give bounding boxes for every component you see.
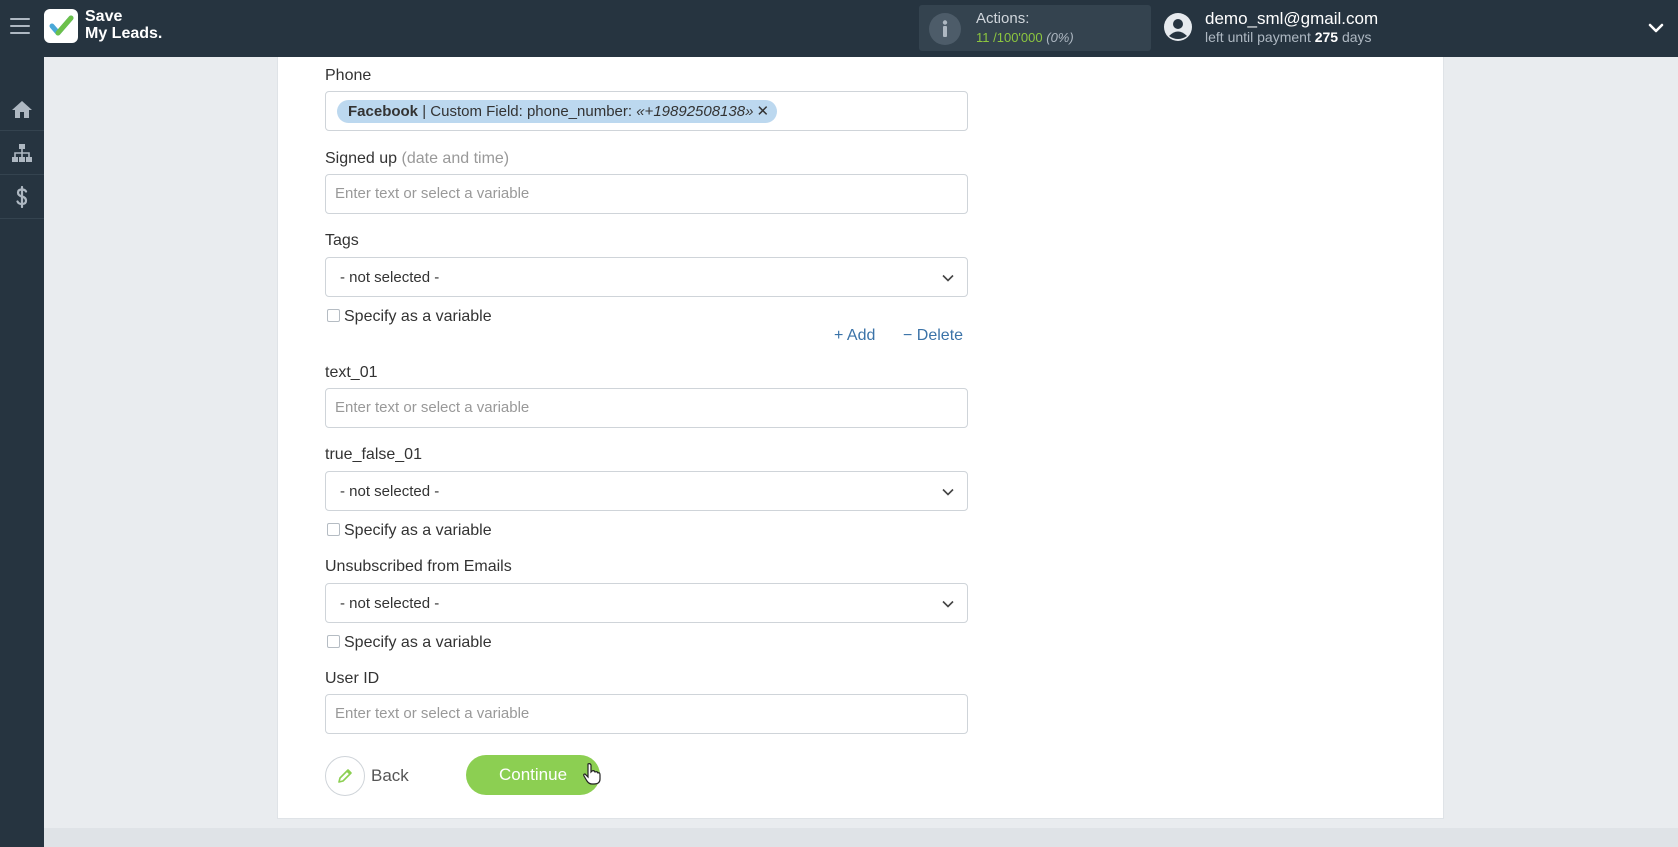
true-false-01-specify-label: Specify as a variable [344,522,492,539]
payment-prefix: left until payment [1205,29,1311,45]
tags-specify-variable-checkbox[interactable]: Specify as a variable [327,308,492,326]
signed-up-label: Signed up (date and time) [325,150,509,168]
unsubscribed-selected-value: - not selected - [340,595,440,612]
close-icon[interactable]: ✕ [756,103,769,120]
sidebar-item-connections[interactable] [0,131,44,175]
page-footer-strip [44,828,1678,847]
tag-field: | Custom Field: phone_number: [418,103,637,120]
unsubscribed-specify-label: Specify as a variable [344,634,492,651]
logo-icon[interactable] [44,9,78,43]
actions-label: Actions: [976,10,1030,27]
hand-cursor-icon [582,762,602,786]
tags-specify-label: Specify as a variable [344,308,492,325]
actions-percent: (0%) [1046,30,1074,45]
tags-selected-value: - not selected - [340,269,440,286]
checkbox-icon[interactable] [327,309,340,322]
signed-up-label-text: Signed up [325,150,398,167]
unsubscribed-specify-variable-checkbox[interactable]: Specify as a variable [327,634,492,652]
tag-value: «+19892508138» [636,103,754,120]
unsubscribed-label: Unsubscribed from Emails [325,558,512,575]
menu-icon[interactable] [10,18,30,36]
phone-label: Phone [325,67,372,84]
sitemap-icon [12,143,32,162]
chevron-down-icon [942,488,954,496]
actions-used: 11 [976,30,990,45]
delete-button[interactable]: − Delete [903,327,963,345]
true-false-01-label: true_false_01 [325,446,422,463]
true-false-01-specify-variable-checkbox[interactable]: Specify as a variable [327,522,492,540]
user-id-placeholder: Enter text or select a variable [335,705,530,722]
top-bar: Save My Leads. Actions: 11 /100'000 (0%)… [0,0,1678,57]
home-icon [12,100,32,118]
actions-counter: Actions: 11 /100'000 (0%) [919,5,1151,51]
continue-button[interactable]: Continue [466,755,600,795]
info-icon[interactable] [929,13,961,45]
chevron-down-icon [942,600,954,608]
brand-line-2: My Leads. [85,25,163,42]
checkbox-icon[interactable] [327,523,340,536]
brand-line-1: Save [85,8,123,25]
text-01-label: text_01 [325,364,378,381]
add-button[interactable]: + Add [834,327,875,345]
true-false-01-selected-value: - not selected - [340,483,440,500]
tag-source: Facebook [348,103,419,120]
actions-value: 11 /100'000 (0%) [976,30,1074,45]
text-01-placeholder: Enter text or select a variable [335,399,530,416]
dollar-icon [16,185,28,208]
tags-select[interactable]: - not selected - [325,257,968,297]
back-label: Back [371,766,409,785]
sidebar-item-billing[interactable] [0,175,44,219]
tags-label: Tags [325,232,359,249]
signed-up-placeholder: Enter text or select a variable [335,185,530,202]
payment-days: 275 [1314,29,1339,45]
signed-up-hint: (date and time) [401,150,510,167]
pencil-icon[interactable] [325,756,365,796]
user-email[interactable]: demo_sml@gmail.com [1205,9,1378,29]
payment-status: left until payment 275 days [1205,29,1372,45]
phone-variable-tag[interactable]: Facebook | Custom Field: phone_number: «… [337,100,778,123]
phone-field[interactable]: Facebook | Custom Field: phone_number: «… [325,91,968,131]
checkbox-icon[interactable] [327,635,340,648]
payment-suffix: days [1341,29,1372,45]
chevron-down-icon[interactable] [1645,18,1667,38]
brand-name: Save My Leads. [85,8,162,42]
text-01-field[interactable]: Enter text or select a variable [325,388,968,428]
signed-up-field[interactable]: Enter text or select a variable [325,174,968,214]
sidebar-item-home[interactable] [0,87,44,131]
user-id-label: User ID [325,670,380,687]
chevron-down-icon [942,274,954,282]
user-avatar-icon[interactable] [1163,12,1193,42]
unsubscribed-select[interactable]: - not selected - [325,583,968,623]
user-id-field[interactable]: Enter text or select a variable [325,694,968,734]
true-false-01-select[interactable]: - not selected - [325,471,968,511]
actions-total: /100'000 [993,30,1043,45]
sidebar [0,57,44,847]
